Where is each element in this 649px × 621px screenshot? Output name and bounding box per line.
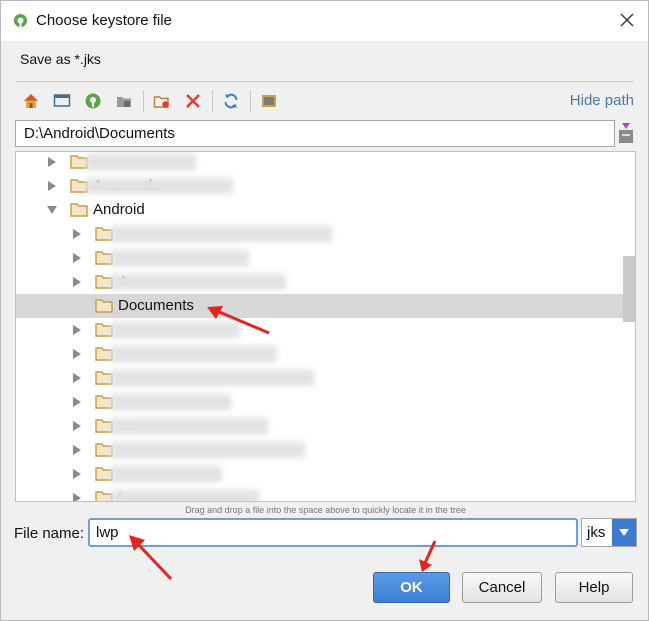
collapsed-arrow-icon[interactable] [72,445,82,455]
collapsed-arrow-icon[interactable] [72,277,82,287]
tree-row[interactable]: A [16,270,624,294]
collapsed-arrow-icon[interactable] [72,253,82,263]
keystore-dialog: Choose keystore file Save as *.jks Hide … [0,0,649,621]
tree-row[interactable]: Anaconda [16,174,624,198]
project-button[interactable] [81,89,105,113]
close-button[interactable] [616,9,638,31]
redacted-label [111,490,259,501]
redacted-label [111,418,268,434]
collapsed-arrow-icon[interactable] [72,349,82,359]
redacted-label [111,250,249,266]
home-icon [24,94,38,108]
hide-path-link[interactable]: Hide path [570,92,634,109]
collapsed-arrow-icon[interactable] [47,181,57,191]
tree-row[interactable]: se [16,414,624,438]
home-button[interactable] [19,89,43,113]
close-icon [620,13,634,27]
title-bar: Choose keystore file [1,1,648,41]
extension-dropdown-button[interactable] [612,519,636,546]
folder-icon [70,203,88,217]
tree-row-label: Documents [118,297,194,314]
toolbar-separator [143,90,144,112]
tree-row[interactable] [16,462,624,486]
cancel-button[interactable]: Cancel [462,572,542,603]
tree-row-label: Android [93,201,145,218]
android-studio-icon [13,13,28,28]
module-icon [117,97,131,107]
tree-row[interactable] [16,246,624,270]
file-tree[interactable]: Anaconda Android A Documents se t [15,151,636,502]
redacted-label [111,226,332,242]
expanded-arrow-icon[interactable] [47,205,57,215]
extension-value: jks [587,524,606,541]
toolbar-separator [250,90,251,112]
toolbar [19,88,288,114]
show-hidden-icon [262,95,276,107]
collapsed-arrow-icon[interactable] [72,325,82,335]
separator [15,81,634,82]
tree-row[interactable] [16,438,624,462]
tree-row[interactable] [16,318,624,342]
collapsed-arrow-icon[interactable] [72,421,82,431]
folder-icon [95,299,113,313]
redacted-label [86,178,233,194]
collapsed-arrow-icon[interactable] [72,397,82,407]
tree-scrollbar-thumb[interactable] [623,256,635,322]
collapsed-arrow-icon[interactable] [72,373,82,383]
redacted-label [111,274,286,290]
module-button[interactable] [112,89,136,113]
delete-button[interactable] [181,89,205,113]
tree-row[interactable] [16,342,624,366]
redacted-label [111,442,305,458]
extension-select[interactable]: jks [581,518,637,547]
collapsed-arrow-icon[interactable] [72,469,82,479]
dialog-title: Choose keystore file [36,12,172,29]
redacted-label [111,346,277,362]
redacted-label [111,466,222,482]
drag-drop-hint: Drag and drop a file into the space abov… [185,505,466,515]
tree-row[interactable]: Documents [16,294,624,318]
redacted-label [111,322,240,338]
redacted-label [111,370,314,386]
help-button[interactable]: Help [555,572,633,603]
dialog-subtitle: Save as *.jks [20,51,101,67]
tree-row[interactable] [16,152,624,174]
tree-row[interactable] [16,366,624,390]
collapsed-arrow-icon[interactable] [72,493,82,502]
path-history-button[interactable] [617,121,635,145]
desktop-icon [53,94,71,107]
tree-row[interactable]: Android [16,198,624,222]
show-hidden-button[interactable] [257,89,281,113]
project-icon [85,93,101,109]
redacted-label [86,154,196,170]
collapsed-arrow-icon[interactable] [47,157,57,167]
new-folder-icon [153,96,169,108]
refresh-button[interactable] [219,89,243,113]
refresh-icon [224,93,238,109]
delete-icon [186,94,200,108]
new-folder-button[interactable] [150,89,174,113]
tree-row[interactable] [16,222,624,246]
redacted-label [111,394,231,410]
ok-button[interactable]: OK [373,572,450,603]
file-name-input[interactable] [88,518,578,547]
collapsed-arrow-icon[interactable] [72,229,82,239]
tree-row[interactable] [16,390,624,414]
path-input[interactable] [15,120,615,147]
desktop-button[interactable] [50,89,74,113]
tree-row[interactable]: t [16,486,624,502]
path-history-icon [619,123,633,143]
toolbar-separator [212,90,213,112]
file-name-label: File name: [14,525,85,542]
chevron-down-icon [619,528,629,536]
